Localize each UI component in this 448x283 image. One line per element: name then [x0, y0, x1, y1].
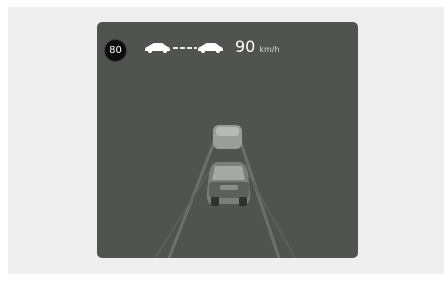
set-speed-readout: 90 km/h — [235, 37, 280, 57]
lead-vehicle-icon — [213, 125, 242, 149]
speed-limit-value: 80 — [109, 45, 122, 56]
following-distance-icon — [145, 43, 223, 53]
left-lane-edge — [154, 171, 210, 258]
right-lane-edge — [246, 171, 296, 258]
speed-limit-sign-icon: 80 — [104, 39, 127, 62]
own-vehicle-icon — [206, 162, 251, 206]
set-speed-unit: km/h — [259, 45, 280, 54]
road-scene — [154, 125, 296, 258]
set-speed-value: 90 — [235, 37, 256, 56]
